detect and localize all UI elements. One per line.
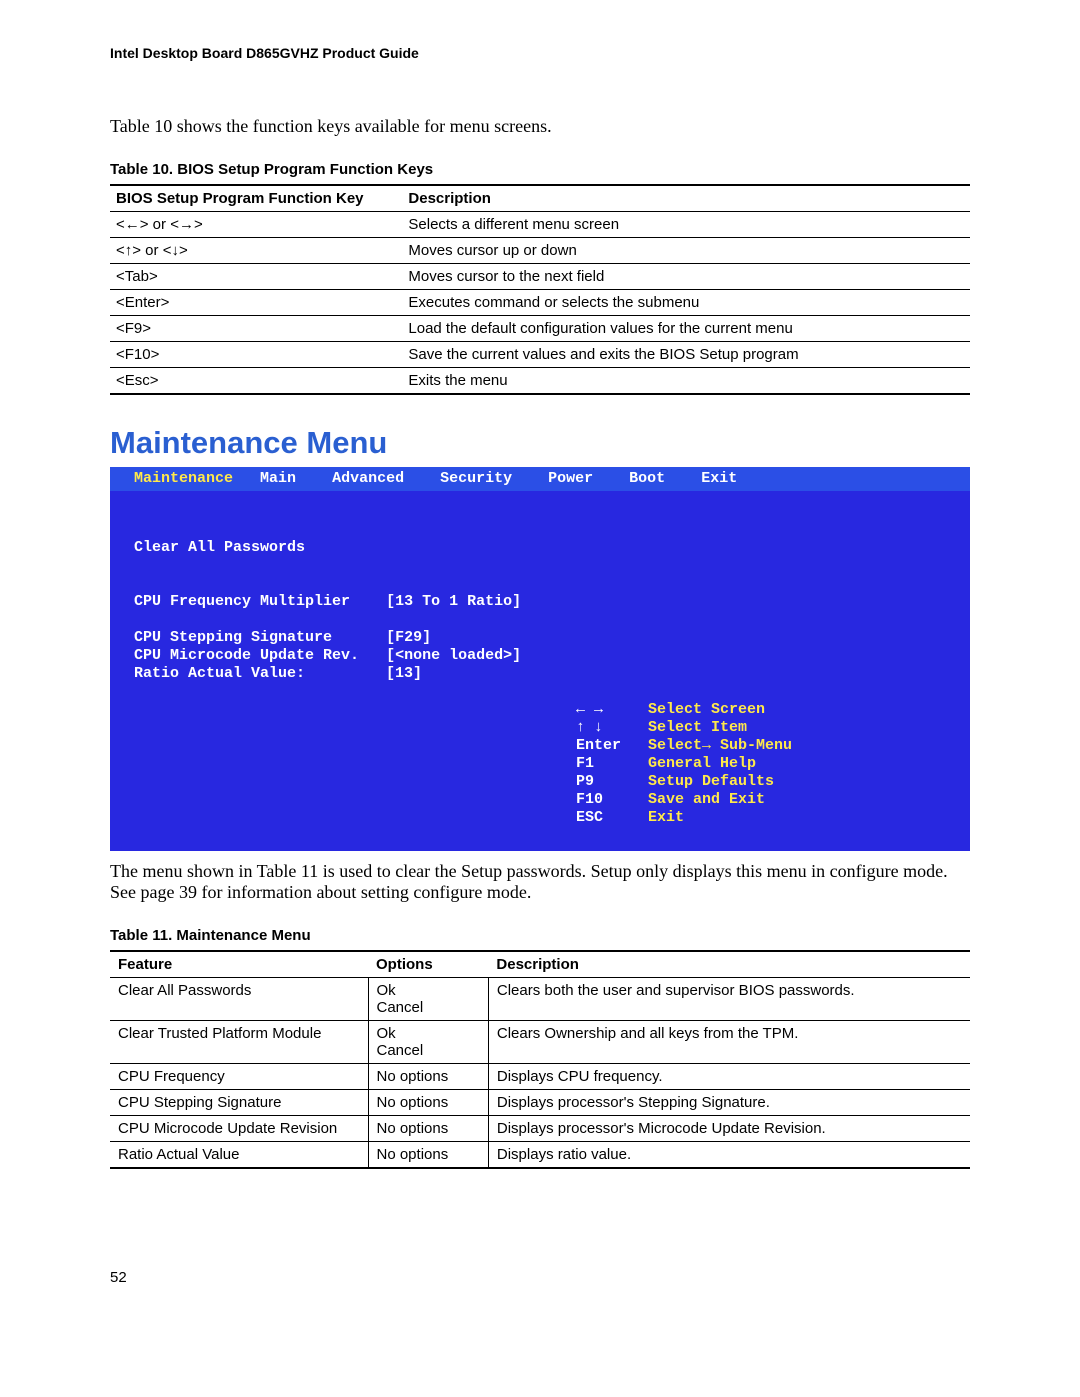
table10-cell: Exits the menu [402, 368, 970, 395]
bios-help-label: Select Item [648, 719, 747, 736]
table11-cell: OkCancel [368, 978, 488, 1021]
bios-item: CPU Microcode Update Rev. [134, 647, 359, 664]
table10-header-desc: Description [402, 185, 970, 212]
table11-cell: CPU Frequency [110, 1064, 368, 1090]
table11-header-feature: Feature [110, 951, 368, 978]
table11-cell: Clear All Passwords [110, 978, 368, 1021]
table11-cell: Displays processor's Stepping Signature. [488, 1090, 970, 1116]
table11-cell: Clear Trusted Platform Module [110, 1021, 368, 1064]
table11-cell: Clears Ownership and all keys from the T… [488, 1021, 970, 1064]
bios-left-pane: Clear All Passwords CPU Frequency Multip… [110, 491, 570, 837]
bios-item: Clear All Passwords [134, 539, 305, 556]
section-title: Maintenance Menu [110, 425, 970, 461]
table11-cell: No options [368, 1090, 488, 1116]
table11-cell: Displays CPU frequency. [488, 1064, 970, 1090]
bios-value: [13 To 1 Ratio] [386, 593, 521, 610]
bios-menu-item: Power [548, 470, 593, 487]
table10-cell: <F10> [110, 342, 402, 368]
table11-cell: OkCancel [368, 1021, 488, 1064]
bios-menu-item: Boot [629, 470, 665, 487]
bios-help-label: Select Screen [648, 701, 765, 718]
bios-menu-item: Security [440, 470, 512, 487]
bios-item: CPU Frequency Multiplier [134, 593, 350, 610]
table11-cell: No options [368, 1116, 488, 1142]
table11-cell: CPU Stepping Signature [110, 1090, 368, 1116]
bios-help-key: P9 [576, 773, 648, 791]
after-bios-text: The menu shown in Table 11 is used to cl… [110, 861, 970, 903]
bios-value: [F29] [386, 629, 431, 646]
bios-help-key: ESC [576, 809, 648, 827]
bios-item: CPU Stepping Signature [134, 629, 332, 646]
bios-menu-item: Main [260, 470, 296, 487]
bios-help-label: Exit [648, 809, 684, 826]
bios-help-pane: ← →Select Screen ↑ ↓Select Item EnterSel… [570, 491, 970, 837]
bios-help-key: ← → [576, 701, 648, 719]
bios-help-key: F1 [576, 755, 648, 773]
table10-cell: <Enter> [110, 290, 402, 316]
table11-header-options: Options [368, 951, 488, 978]
table11: Feature Options Description Clear All Pa… [110, 950, 970, 1169]
bios-help-label: General Help [648, 755, 756, 772]
table10-cell: <Tab> [110, 264, 402, 290]
table11-cell: CPU Microcode Update Revision [110, 1116, 368, 1142]
table10: BIOS Setup Program Function Key Descript… [110, 184, 970, 395]
table10-cell: <←> or <→> [110, 212, 402, 238]
table10-cell: <F9> [110, 316, 402, 342]
table10-header-key: BIOS Setup Program Function Key [110, 185, 402, 212]
bios-help-label: Select→ Sub-Menu [648, 737, 792, 754]
table10-cell: <↑> or <↓> [110, 238, 402, 264]
table11-cell: Ratio Actual Value [110, 1142, 368, 1169]
bios-help-label: Save and Exit [648, 791, 765, 808]
bios-menu-bar: Maintenance Main Advanced Security Power… [110, 467, 970, 491]
bios-help-label: Setup Defaults [648, 773, 774, 790]
table11-cell: No options [368, 1142, 488, 1169]
table10-caption: Table 10. BIOS Setup Program Function Ke… [110, 161, 970, 178]
table10-cell: Moves cursor to the next field [402, 264, 970, 290]
document-header: Intel Desktop Board D865GVHZ Product Gui… [110, 45, 970, 61]
table11-cell: Displays processor's Microcode Update Re… [488, 1116, 970, 1142]
intro-text: Table 10 shows the function keys availab… [110, 116, 970, 137]
bios-item: Ratio Actual Value: [134, 665, 305, 682]
table10-cell: Save the current values and exits the BI… [402, 342, 970, 368]
table11-cell: Clears both the user and supervisor BIOS… [488, 978, 970, 1021]
table10-cell: Moves cursor up or down [402, 238, 970, 264]
table11-cell: Displays ratio value. [488, 1142, 970, 1169]
bios-help-key: Enter [576, 737, 648, 755]
table11-caption: Table 11. Maintenance Menu [110, 927, 970, 944]
bios-menu-item: Exit [701, 470, 737, 487]
table10-cell: Load the default configuration values fo… [402, 316, 970, 342]
bios-value: [13] [386, 665, 422, 682]
table10-cell: <Esc> [110, 368, 402, 395]
bios-help-key: ↑ ↓ [576, 719, 648, 737]
bios-menu-selected: Maintenance [134, 470, 233, 487]
bios-screen: Maintenance Main Advanced Security Power… [110, 467, 970, 851]
bios-value: [<none loaded>] [386, 647, 521, 664]
bios-menu-item: Advanced [332, 470, 404, 487]
table11-cell: No options [368, 1064, 488, 1090]
table10-cell: Executes command or selects the submenu [402, 290, 970, 316]
bios-help-key: F10 [576, 791, 648, 809]
table10-cell: Selects a different menu screen [402, 212, 970, 238]
table11-header-desc: Description [488, 951, 970, 978]
page-number: 52 [110, 1269, 970, 1286]
